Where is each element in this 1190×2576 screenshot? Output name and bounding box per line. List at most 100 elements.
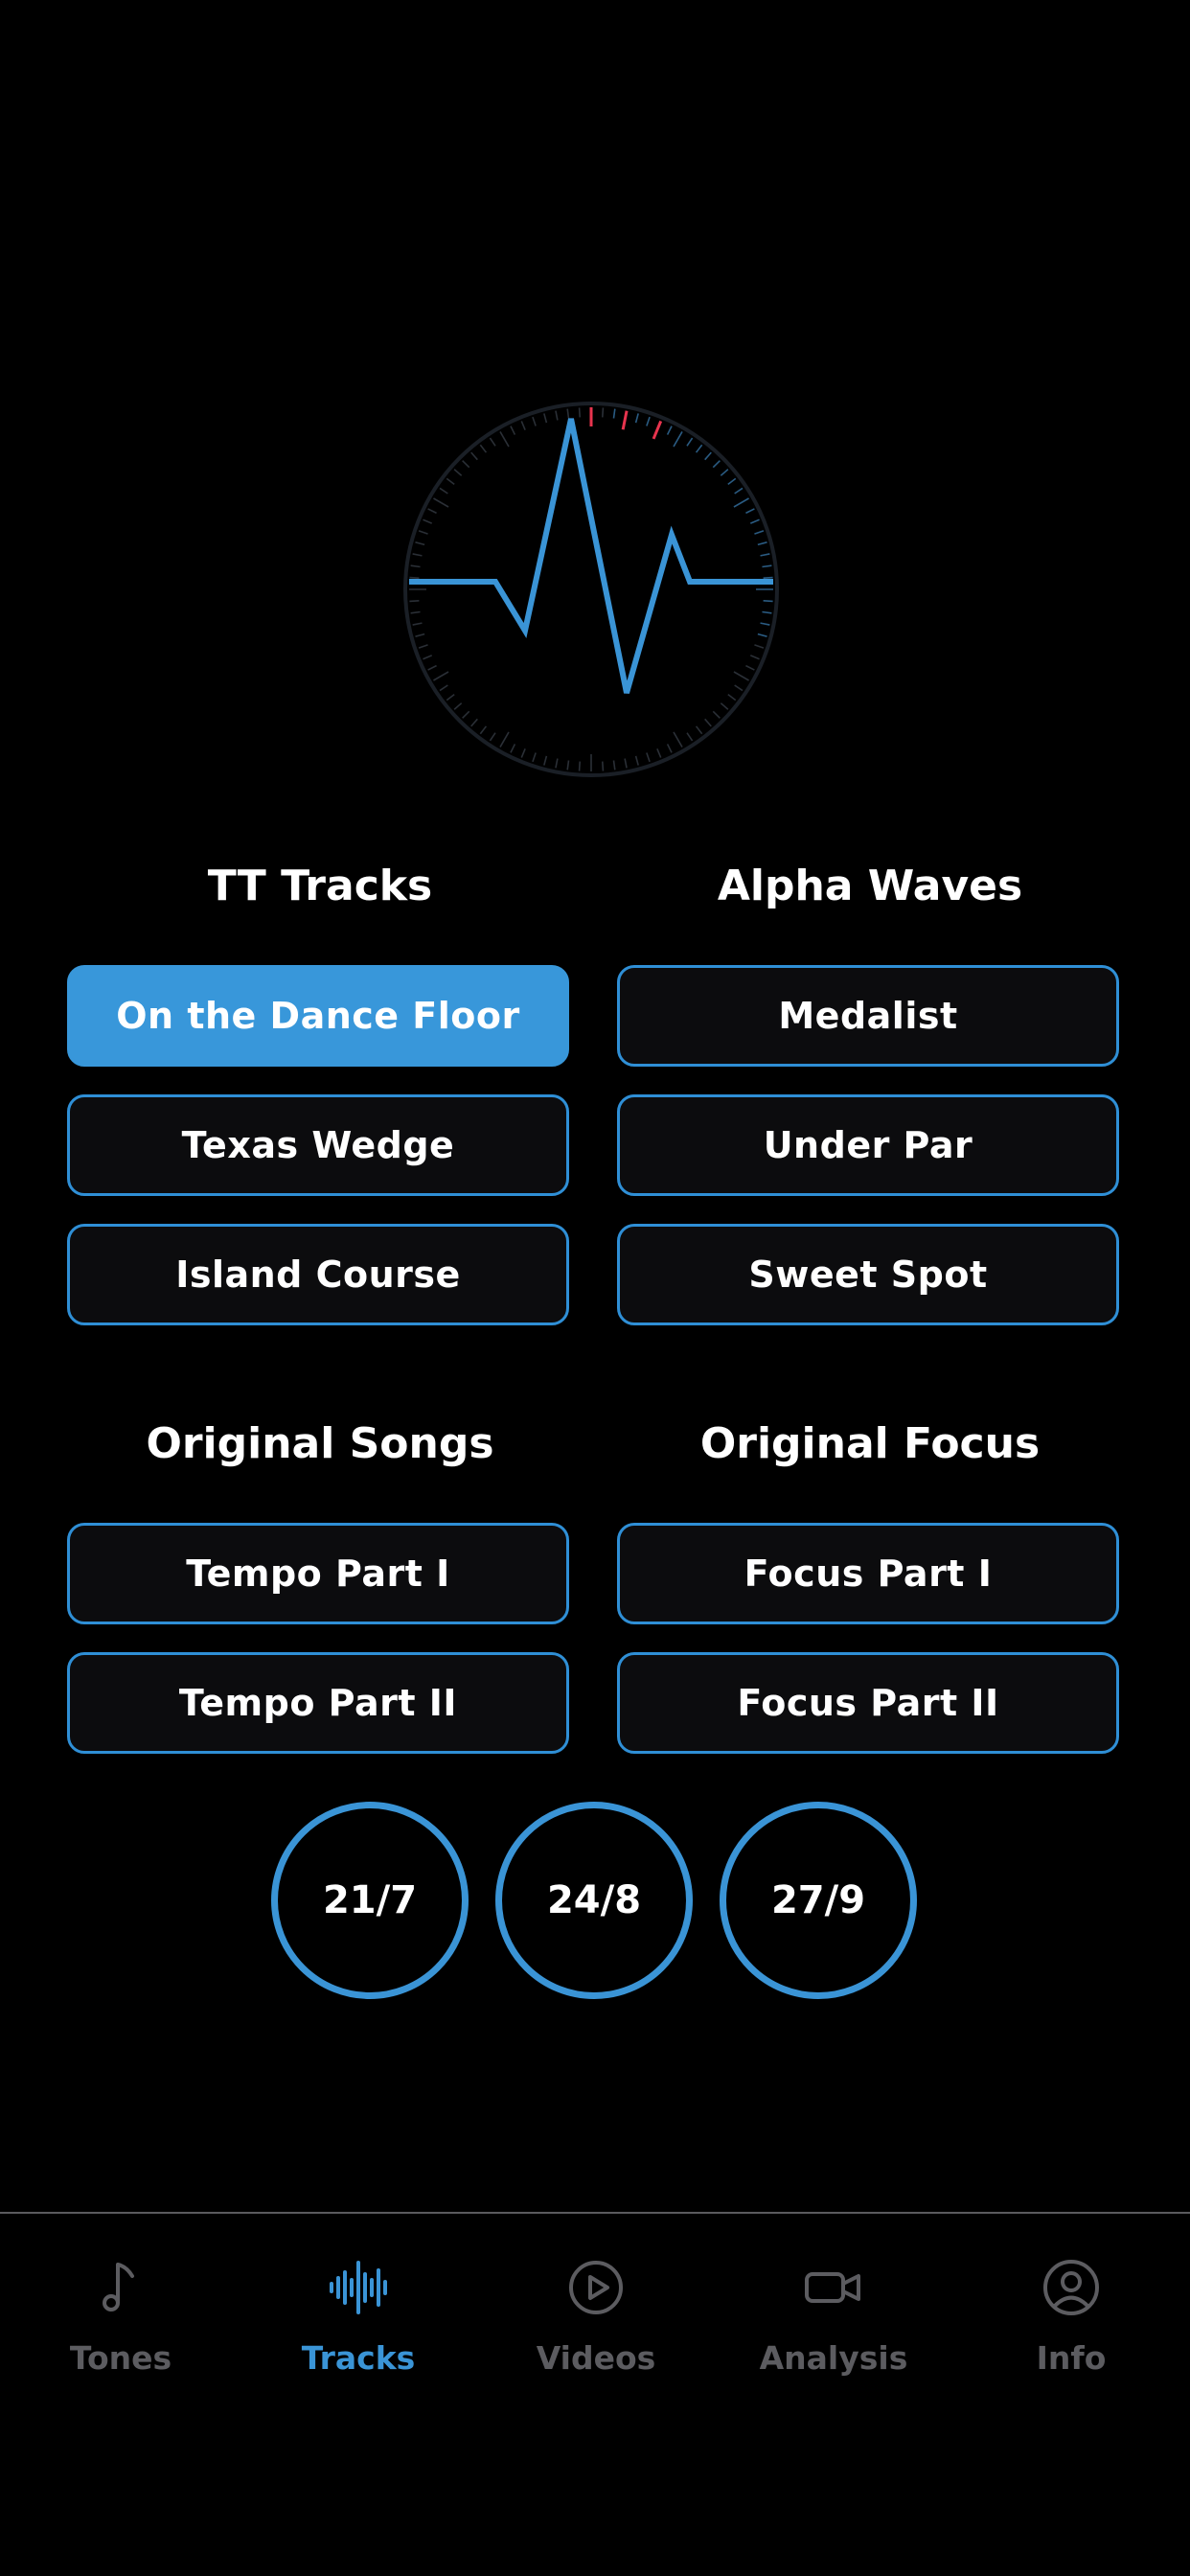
dial-tick [439,684,448,692]
ratio-button-24-8[interactable]: 24/8 [495,1802,693,1999]
dial-tick [439,487,448,494]
tab-label-videos: Videos [536,2339,656,2377]
video-camera-icon [805,2272,860,2303]
dial-tick [673,431,683,448]
dial-tick [601,407,605,418]
dial-tick [499,731,510,748]
dial-tick [763,599,773,603]
dial-tick [453,702,463,710]
track-button-focus-part-1[interactable]: Focus Part I [617,1523,1119,1624]
dial-tick [656,748,662,758]
dial-tick [479,725,488,735]
tab-bar-divider [0,2212,1190,2214]
dial-tick [601,761,605,771]
dial-tick [418,530,428,535]
dial-tick [712,460,721,469]
dial-tick [578,761,582,771]
dial-tick [520,421,526,431]
dial-tick [745,508,755,515]
dial-tick [757,541,767,546]
dial-tick [510,426,516,435]
tab-videos[interactable]: Videos [477,2257,715,2401]
dial-tick [733,497,749,508]
dial-tick [757,632,767,637]
dial-tick [462,710,470,719]
dial-tick [704,451,712,461]
dial-tick [423,518,433,524]
dial-tick [704,718,712,727]
dial-tick [499,431,510,448]
user-circle-icon [1043,2260,1099,2315]
dial-tick [686,437,694,447]
dial-tick [720,469,729,476]
ratio-button-21-7[interactable]: 21/7 [271,1802,469,1999]
track-button-on-the-dance-floor[interactable]: On the Dance Floor [67,965,569,1067]
dial-tick [489,732,496,742]
dial-tick [418,644,428,649]
tab-tracks[interactable]: Tracks [240,2257,477,2401]
dial-tick [666,426,673,435]
track-button-texas-wedge[interactable]: Texas Wedge [67,1094,569,1196]
dial-tick [409,576,420,580]
dial-tick [578,407,582,418]
tab-tones[interactable]: Tones [2,2257,240,2401]
dial-tick [412,622,423,626]
dial-tick [479,444,488,453]
dial-tick [695,444,703,453]
tab-label-info: Info [1036,2339,1107,2377]
tab-info[interactable]: Info [952,2257,1190,2401]
dial-ticks [409,407,773,771]
dial-tick [489,437,496,447]
track-button-under-par[interactable]: Under Par [617,1094,1119,1196]
dial-tick [727,477,737,486]
dial-tick [462,460,470,469]
dial-tick [433,671,449,681]
track-button-medalist[interactable]: Medalist [617,965,1119,1067]
dial-tick [762,610,772,614]
track-button-focus-part-2[interactable]: Focus Part II [617,1652,1119,1754]
tab-label-tracks: Tracks [301,2339,416,2377]
heartbeat-line-icon [409,418,773,694]
dial-tick [720,702,729,710]
dial-tick [762,564,772,568]
dial-tick [555,758,559,769]
dial-tick [745,664,755,671]
dial-tick [427,508,437,515]
dial-tick [543,413,548,424]
dial-tick [733,671,749,681]
dial-tick [634,413,639,424]
dial-tick [686,732,694,742]
heartbeat-dial [403,402,779,777]
track-button-tempo-part-1[interactable]: Tempo Part I [67,1523,569,1624]
play-circle-icon [569,2261,623,2314]
tab-analysis[interactable]: Analysis [715,2257,952,2401]
dial-tick [412,553,423,557]
dial-tick [634,755,639,766]
dial-tick [427,664,437,671]
dial-tick [510,744,516,753]
section-title-alpha-waves: Alpha Waves [717,862,1023,910]
dial-tick [446,477,455,486]
dial-tick [673,731,683,748]
track-button-island-course[interactable]: Island Course [67,1224,569,1325]
track-button-sweet-spot[interactable]: Sweet Spot [617,1224,1119,1325]
dial-tick [646,416,651,426]
dial-tick [760,622,770,626]
dial-tick [415,541,425,546]
dial-tick [520,748,526,758]
ratio-button-27-9[interactable]: 27/9 [720,1802,917,1999]
section-title-tt-tracks: TT Tracks [207,862,433,910]
dial-tick [415,632,425,637]
dial-tick [712,710,721,719]
music-note-icon [103,2263,134,2312]
dial-tick [763,576,773,580]
dial-tick [410,564,421,568]
dial-tick [652,420,663,440]
tab-label-tones: Tones [69,2339,172,2377]
dial-tick [410,610,421,614]
track-button-tempo-part-2[interactable]: Tempo Part II [67,1652,569,1754]
dial-tick [543,755,548,766]
dial-tick [612,408,616,419]
section-title-original-focus: Original Focus [699,1419,1041,1468]
section-title-original-songs: Original Songs [146,1419,494,1468]
